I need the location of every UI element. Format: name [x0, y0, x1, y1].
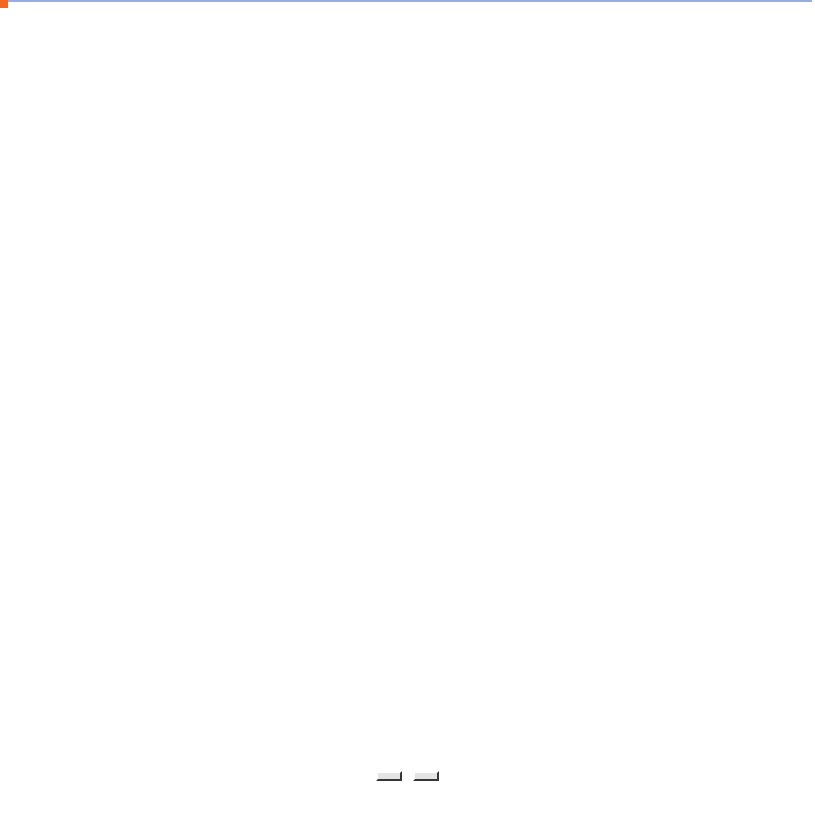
voip-config-page: [0, 0, 815, 833]
undo-all-changes-button[interactable]: [375, 771, 402, 781]
submit-all-changes-button[interactable]: [413, 771, 440, 781]
footer-links: [10, 801, 61, 813]
button-bar: [0, 765, 815, 781]
config-panel: [3, 0, 812, 2]
